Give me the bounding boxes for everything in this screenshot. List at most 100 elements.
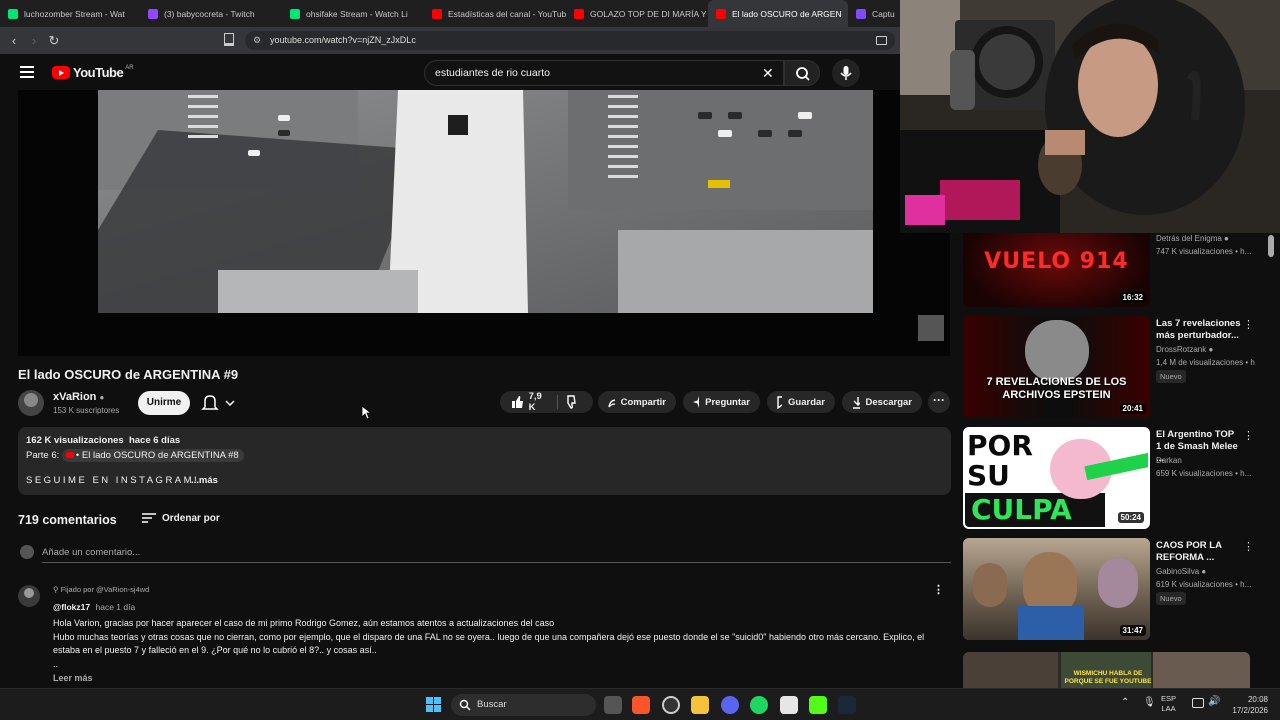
browser-tab-active[interactable]: El lado OSCURO de ARGEN✕	[708, 0, 848, 27]
description-text: SEGUIME EN INSTAGRAM!	[26, 475, 200, 486]
menu-icon[interactable]	[20, 66, 34, 78]
channel-avatar[interactable]	[18, 390, 44, 416]
comment-menu-icon[interactable]: ⋮	[933, 583, 944, 596]
bell-icon	[201, 395, 235, 410]
duration-badge: 31:47	[1119, 625, 1146, 636]
notification-button[interactable]	[198, 392, 244, 414]
voice-search-button[interactable]	[832, 59, 860, 87]
comment-time[interactable]: hace 1 día	[95, 602, 135, 612]
youtube-logo-icon	[52, 66, 70, 79]
verified-icon: ●	[1208, 345, 1214, 354]
more-actions-icon[interactable]: ···	[928, 391, 950, 413]
cast-icon[interactable]	[876, 36, 887, 45]
youtube-icon	[716, 8, 726, 19]
volume-icon[interactable]: 🔊	[1208, 696, 1220, 707]
channel-name[interactable]: xVaRion ●	[53, 391, 104, 403]
more-options-icon[interactable]: ⋮	[1243, 318, 1254, 331]
divider	[557, 395, 559, 409]
clock[interactable]: 20:08 17/2/2026	[1226, 694, 1268, 716]
youtube-icon	[65, 452, 74, 458]
display-icon[interactable]	[1192, 698, 1204, 708]
youtube-logo[interactable]: YouTube AR	[52, 65, 134, 80]
sidebar-scrollbar[interactable]	[1268, 235, 1274, 257]
file-explorer-icon[interactable]	[691, 696, 709, 714]
recommended-video[interactable]: 7 REVELACIONES DE LOS ARCHIVOS EPSTEIN 2…	[963, 316, 1263, 418]
task-view-icon[interactable]	[604, 696, 622, 714]
reload-icon[interactable]: ↻	[44, 33, 64, 49]
discord-icon[interactable]	[721, 696, 739, 714]
recommended-video[interactable]: 31:47 CAOS POR LA REFORMA ... ⋮ GabinoSi…	[963, 538, 1263, 640]
comment-count: 719 comentarios	[18, 513, 117, 527]
part-link[interactable]: • El lado OSCURO de ARGENTINA #8	[61, 449, 244, 462]
recommended-video[interactable]: WISMICHU HABLA DE PORQUE SE FUE YOUTUBE	[963, 652, 1250, 688]
video-description[interactable]: 162 K visualizaciones hace 6 días Parte …	[18, 427, 951, 495]
verified-icon: ●	[99, 393, 105, 402]
download-icon	[853, 396, 860, 409]
like-button[interactable]: 7,9 K	[510, 391, 549, 413]
clear-search-icon[interactable]: ✕	[762, 65, 774, 82]
share-button[interactable]: Compartir	[598, 391, 676, 413]
video-thumbnail[interactable]: 31:47	[963, 538, 1150, 640]
spotify-icon[interactable]	[750, 696, 768, 714]
user-avatar	[20, 545, 34, 559]
youtube-studio-icon	[432, 8, 442, 19]
new-badge: Nuevo	[1156, 370, 1186, 383]
video-frame	[98, 90, 873, 313]
address-bar[interactable]: ⚙ youtube.com/watch?v=njZN_zJxDLc	[245, 31, 895, 50]
commenter-avatar[interactable]	[18, 585, 40, 607]
browser-tab[interactable]: Captu	[848, 0, 900, 27]
more-options-icon[interactable]: ⋮	[1243, 540, 1254, 553]
video-aerial-image	[98, 90, 873, 313]
video-title[interactable]: CAOS POR LA REFORMA ...	[1156, 540, 1241, 564]
steam-icon[interactable]	[838, 696, 856, 714]
browser-tab[interactable]: ohsifake Stream - Watch Li	[282, 0, 424, 27]
download-button[interactable]: Descargar	[842, 391, 922, 413]
add-comment-input[interactable]: Añade un comentario...	[42, 547, 140, 558]
browser-tab[interactable]: (3) babycocreta - Twitch	[140, 0, 282, 27]
video-player[interactable]	[18, 90, 950, 356]
save-button[interactable]: Guardar	[767, 391, 835, 413]
start-button[interactable]	[426, 697, 442, 713]
youtube-icon	[574, 8, 584, 19]
duration-badge: 50:24	[1117, 512, 1144, 523]
capcut-icon[interactable]	[780, 696, 798, 714]
channel-name: DrossRotzank ●	[1156, 345, 1214, 354]
site-info-icon[interactable]: ⚙	[253, 31, 261, 50]
sort-button[interactable]: Ordenar por	[142, 512, 220, 524]
thumbs-down-icon[interactable]	[566, 395, 577, 409]
back-icon[interactable]: ‹	[4, 33, 24, 48]
video-thumbnail[interactable]: 7 REVELACIONES DE LOS ARCHIVOS EPSTEIN 2…	[963, 316, 1150, 418]
search-button[interactable]	[784, 60, 820, 86]
thumbs-up-icon	[512, 396, 523, 408]
search-input[interactable]: estudiantes de rio cuarto	[424, 60, 784, 86]
kick-icon[interactable]	[809, 696, 827, 714]
read-more-link[interactable]: Leer más	[53, 673, 93, 683]
join-button[interactable]: Unirme	[138, 391, 190, 415]
settings-icon[interactable]	[662, 696, 680, 714]
forward-icon[interactable]: ›	[24, 33, 44, 48]
browser-tab[interactable]: GOLAZO TOP DE DI MARÍA Y	[566, 0, 708, 27]
comment-body: Hola Varion, gracias por hacer aparecer …	[53, 618, 925, 669]
channel-name: Darkan	[1156, 456, 1182, 465]
webcam-overlay	[900, 0, 1280, 233]
bookmark-icon[interactable]	[224, 33, 234, 46]
channel-watermark[interactable]	[918, 315, 944, 341]
microphone-icon[interactable]: 🎙	[1143, 697, 1156, 708]
verified-icon: ●	[1224, 234, 1229, 243]
browser-tab[interactable]: Estadísticas del canal - YouTub	[424, 0, 566, 27]
kick-icon	[8, 8, 18, 19]
comment-author[interactable]: @flokz17	[53, 602, 90, 612]
show-more-link[interactable]: ...más	[191, 475, 218, 486]
browser-tab[interactable]: luchozomber Stream - Wat	[0, 0, 140, 27]
ask-button[interactable]: Preguntar	[683, 391, 760, 413]
part-label: Parte 6: • El lado OSCURO de ARGENTINA #…	[26, 449, 244, 462]
video-title[interactable]: Las 7 revelaciones más perturbador...	[1156, 318, 1241, 342]
more-options-icon[interactable]: ⋮	[1243, 429, 1254, 442]
video-thumbnail[interactable]: POR SU CULPA 50:24	[963, 427, 1150, 529]
pinned-label: ⚲ Fijado por @VaRion-sj4wd	[53, 585, 150, 594]
brave-browser-icon[interactable]	[632, 696, 650, 714]
language-indicator[interactable]: ESP LAA	[1161, 694, 1176, 714]
taskbar-search[interactable]: Buscar	[451, 694, 596, 716]
recommended-video[interactable]: POR SU CULPA 50:24 El Argentino TOP 1 de…	[963, 427, 1263, 529]
tray-overflow-icon[interactable]: ⌃	[1121, 697, 1129, 708]
